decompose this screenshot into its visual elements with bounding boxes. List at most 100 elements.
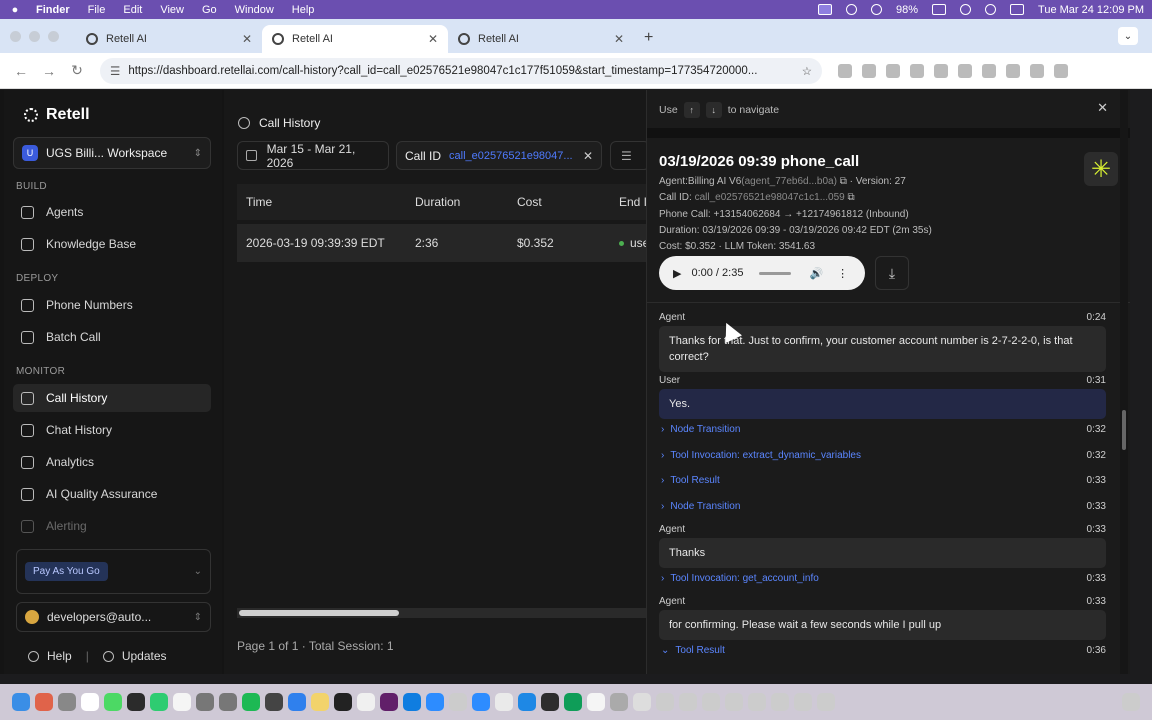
app-icon[interactable] [633,693,651,711]
tab-close-icon[interactable]: ✕ [242,32,252,46]
transcript-event[interactable]: › Tool Result [661,475,720,486]
scrollbar-thumb[interactable] [239,610,399,616]
app-icon[interactable] [518,693,536,711]
horizontal-scrollbar[interactable] [237,608,646,618]
battery-icon[interactable] [932,4,947,15]
finder-icon[interactable] [12,693,30,711]
extensions-puzzle-icon[interactable] [1006,63,1020,78]
sidebar-item-chat-history[interactable]: Chat History [13,416,211,444]
app-icon[interactable] [219,693,237,711]
call-id-filter[interactable]: Call ID call_e02576521e98047... ✕ [396,141,602,170]
sidebar-item-batch-call[interactable]: Batch Call [13,323,211,351]
arrow-down-icon[interactable]: ↓ [705,102,722,118]
tab-close-icon[interactable]: ✕ [428,32,438,46]
app-icon[interactable] [679,693,697,711]
app-icon[interactable] [817,693,835,711]
extension-icon[interactable] [934,63,948,78]
transcript-event[interactable]: ⌄ Tool Result [661,645,725,656]
app-icon[interactable] [426,693,444,711]
transcript-event[interactable]: › Tool Invocation: extract_dynamic_variab… [661,450,861,461]
copy-icon[interactable]: ⧉ [848,192,855,203]
app-icon[interactable] [656,693,674,711]
extension-icon[interactable] [886,63,900,78]
app-icon[interactable] [610,693,628,711]
menu-help[interactable]: Help [292,4,315,16]
close-icon[interactable]: ✕ [1097,100,1108,116]
app-icon[interactable] [794,693,812,711]
browser-tab-3[interactable]: Retell AI ✕ [448,25,634,53]
app-icon[interactable] [541,693,559,711]
camera-extension-icon[interactable] [862,63,876,78]
back-arrow-icon[interactable]: ← [10,63,32,79]
close-window-button[interactable] [10,31,21,42]
site-info-icon[interactable]: ☰ [110,64,120,78]
extension-icon[interactable] [838,63,852,78]
app-icon[interactable] [771,693,789,711]
menu-go[interactable]: Go [202,4,217,16]
extension-icon[interactable] [910,63,924,78]
play-icon[interactable] [870,4,882,15]
app-icon[interactable] [587,693,605,711]
column-header-end-reason[interactable]: End I [619,195,647,209]
copy-icon[interactable]: ⧉ [840,176,847,187]
spotlight-search-icon[interactable] [985,4,997,15]
numbers-icon[interactable] [104,693,122,711]
minimize-window-button[interactable] [29,31,40,42]
menu-app-name[interactable]: Finder [36,4,70,16]
download-icon[interactable]: ⤓ [875,256,909,290]
sidebar-item-alerting[interactable]: Alerting [13,512,211,540]
clock-icon[interactable] [265,693,283,711]
audio-progress-bar[interactable] [759,271,792,275]
battery-percent[interactable]: 98% [896,4,918,16]
tab-close-icon[interactable]: ✕ [614,32,624,46]
sidebar-item-call-history[interactable]: Call History [13,384,211,412]
slack-icon[interactable] [380,693,398,711]
browser-menu-icon[interactable] [1054,63,1068,78]
date-range-filter[interactable]: Mar 15 - Mar 21, 2026 [237,141,389,170]
app-icon[interactable] [564,693,582,711]
browser-tab-2[interactable]: Retell AI ✕ [262,25,448,53]
menu-window[interactable]: Window [235,4,274,16]
extension-icon[interactable] [958,63,972,78]
bookmark-star-icon[interactable]: ☆ [802,64,812,78]
chrome-icon[interactable] [495,693,513,711]
sidebar-item-knowledge-base[interactable]: Knowledge Base [13,230,211,258]
zoom-window-button[interactable] [48,31,59,42]
terminal-icon[interactable] [127,693,145,711]
menu-view[interactable]: View [160,4,184,16]
launchpad-icon[interactable] [35,693,53,711]
trash-icon[interactable] [1122,693,1140,711]
app-icon[interactable] [357,693,375,711]
transcript-event[interactable]: › Tool Invocation: get_account_info [661,573,819,584]
scrollbar-thumb[interactable] [1122,410,1126,450]
play-icon[interactable]: ▶ [673,267,681,280]
browser-tab-1[interactable]: Retell AI ✕ [76,25,262,53]
retell-logo[interactable]: Retell [24,106,90,124]
settings-icon[interactable] [58,693,76,711]
workspace-switcher[interactable]: U UGS Billi... Workspace ⇕ [13,137,211,169]
apple-icon[interactable]: ● [8,4,22,16]
updates-link[interactable]: Updates [122,649,167,663]
vertical-scrollbar[interactable] [1120,90,1128,674]
menu-edit[interactable]: Edit [123,4,142,16]
screenshot-icon[interactable] [196,693,214,711]
column-header-duration[interactable]: Duration [415,195,460,209]
status-app-icon[interactable] [845,4,857,15]
address-bar[interactable]: ☰ https://dashboard.retellai.com/call-hi… [100,57,822,84]
new-tab-plus-icon[interactable]: + [644,29,653,47]
column-header-cost[interactable]: Cost [517,195,542,209]
volume-icon[interactable]: 🔊 [809,267,823,280]
sidebar-item-phone-numbers[interactable]: Phone Numbers [13,291,211,319]
more-options-icon[interactable]: ⋮ [837,267,848,280]
calendar-icon[interactable] [81,693,99,711]
profile-avatar-icon[interactable] [1030,63,1044,78]
app-store-icon[interactable] [403,693,421,711]
tab-search-chevron-icon[interactable]: ⌄ [1118,27,1138,45]
reload-icon[interactable]: ↻ [66,62,88,79]
app-icon[interactable] [150,693,168,711]
notes-app-icon[interactable] [311,693,329,711]
arrow-up-icon[interactable]: ↑ [683,102,700,118]
zoom-icon[interactable] [472,693,490,711]
menubar-clock[interactable]: Tue Mar 24 12:09 PM [1038,4,1144,16]
forward-arrow-icon[interactable]: → [38,63,60,79]
